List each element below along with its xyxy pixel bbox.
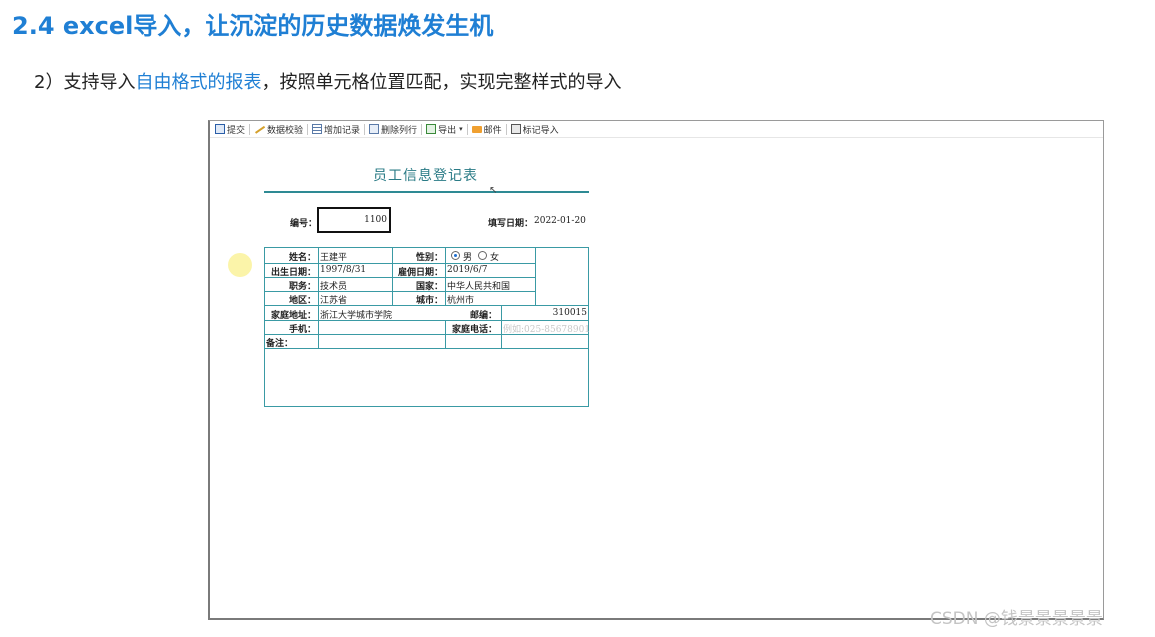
grid-line — [535, 248, 536, 305]
add-record-label: 增加记录 — [324, 125, 361, 136]
toolbar-divider — [307, 123, 309, 135]
grid-line — [445, 248, 446, 305]
id-label: 编号： — [290, 219, 318, 229]
name-value[interactable]: 王建平 — [320, 250, 347, 263]
birth-value[interactable]: 1997/8/31 — [320, 265, 366, 275]
region-value[interactable]: 江苏省 — [320, 293, 347, 306]
country-label: 国家： — [415, 282, 443, 292]
birth-label: 出生日期： — [270, 268, 316, 278]
pencil-icon — [253, 124, 266, 134]
mail-icon — [471, 125, 482, 133]
import-icon — [510, 124, 521, 134]
watermark: CSDN @钱景景景景景 — [930, 609, 1103, 629]
job-label: 职务： — [288, 282, 316, 292]
gender-female-label: 女 — [490, 253, 500, 263]
hire-label: 雇佣日期： — [397, 268, 443, 278]
phone-input[interactable]: 例如:025-85678901 — [503, 322, 590, 335]
subtitle-suffix: ，按照单元格位置匹配，实现完整样式的导入 — [261, 72, 622, 93]
grid-line — [501, 305, 502, 348]
country-value[interactable]: 中华人民共和国 — [447, 279, 510, 292]
export-icon — [426, 124, 437, 134]
delete-row-button[interactable]: 删除列行 — [366, 123, 420, 136]
address-value[interactable]: 浙江大学城市学院 — [320, 308, 392, 321]
hire-value[interactable]: 2019/6/7 — [447, 265, 487, 275]
grid-line — [265, 263, 535, 264]
save-icon — [215, 124, 225, 134]
address-label: 家庭地址： — [270, 311, 316, 321]
toolbar-divider — [364, 123, 366, 135]
validate-button[interactable]: 数据校验 — [251, 123, 306, 136]
remark-label: 备注： — [266, 339, 294, 349]
city-label: 城市： — [415, 296, 443, 306]
name-label: 姓名： — [288, 253, 316, 263]
id-input[interactable]: 1100 — [317, 207, 391, 233]
chevron-down-icon: ▾ — [459, 125, 463, 133]
report-window: 提交 数据校验 增加记录 删除列行 导出 ▾ 邮件 标记导入 员工信息登记表 ↖ … — [208, 120, 1104, 620]
date-value[interactable]: 2022-01-20 — [534, 216, 586, 226]
toolbar-divider — [466, 123, 468, 135]
submit-label: 提交 — [227, 125, 246, 136]
delete-row-label: 删除列行 — [381, 125, 418, 136]
mail-label: 邮件 — [483, 125, 502, 136]
validate-label: 数据校验 — [267, 125, 304, 136]
gender-male-label: 男 — [463, 253, 473, 263]
date-label: 填写日期： — [488, 219, 534, 229]
zip-value[interactable]: 310015 — [503, 308, 587, 318]
title-underline — [264, 191, 589, 193]
form-title: 员工信息登记表 — [373, 168, 478, 184]
export-button[interactable]: 导出 ▾ — [423, 123, 466, 136]
add-row-icon — [312, 124, 323, 134]
delete-row-icon — [369, 124, 380, 134]
mouse-cursor-icon: ↖ — [489, 185, 498, 196]
add-record-button[interactable]: 增加记录 — [309, 123, 363, 136]
grid-line — [318, 248, 319, 348]
submit-button[interactable]: 提交 — [212, 123, 248, 136]
gender-female-radio[interactable] — [478, 251, 487, 260]
toolbar-divider — [249, 123, 251, 135]
mail-button[interactable]: 邮件 — [469, 123, 505, 136]
phone-label: 家庭电话： — [451, 325, 497, 335]
click-highlight-indicator — [228, 253, 252, 277]
toolbar-divider — [505, 123, 507, 135]
gender-label: 性别： — [415, 253, 443, 263]
remark-input[interactable] — [265, 349, 588, 406]
job-value[interactable]: 技术员 — [320, 279, 347, 292]
slide-title: 2.4 excel导入，让沉淀的历史数据焕发生机 — [12, 12, 494, 40]
gender-male-radio[interactable] — [451, 251, 460, 260]
subtitle-prefix: 2）支持导入 — [34, 72, 136, 93]
employee-form-grid: 姓名： 王建平 性别： 男 女 出生日期： 1997/8/31 雇佣日期： 20… — [264, 247, 590, 407]
mark-import-label: 标记导入 — [522, 125, 559, 136]
slide-subtitle: 2）支持导入自由格式的报表，按照单元格位置匹配，实现完整样式的导入 — [34, 68, 621, 94]
mark-import-button[interactable]: 标记导入 — [508, 123, 562, 136]
toolbar-divider — [421, 123, 423, 135]
zip-label: 邮编： — [469, 311, 497, 321]
mobile-label: 手机： — [288, 325, 316, 335]
subtitle-highlight: 自由格式的报表 — [135, 72, 262, 93]
grid-line — [445, 320, 446, 348]
city-value[interactable]: 杭州市 — [447, 293, 474, 306]
region-label: 地区： — [288, 296, 316, 306]
toolbar: 提交 数据校验 增加记录 删除列行 导出 ▾ 邮件 标记导入 — [210, 121, 1103, 138]
export-label: 导出 — [438, 125, 457, 136]
